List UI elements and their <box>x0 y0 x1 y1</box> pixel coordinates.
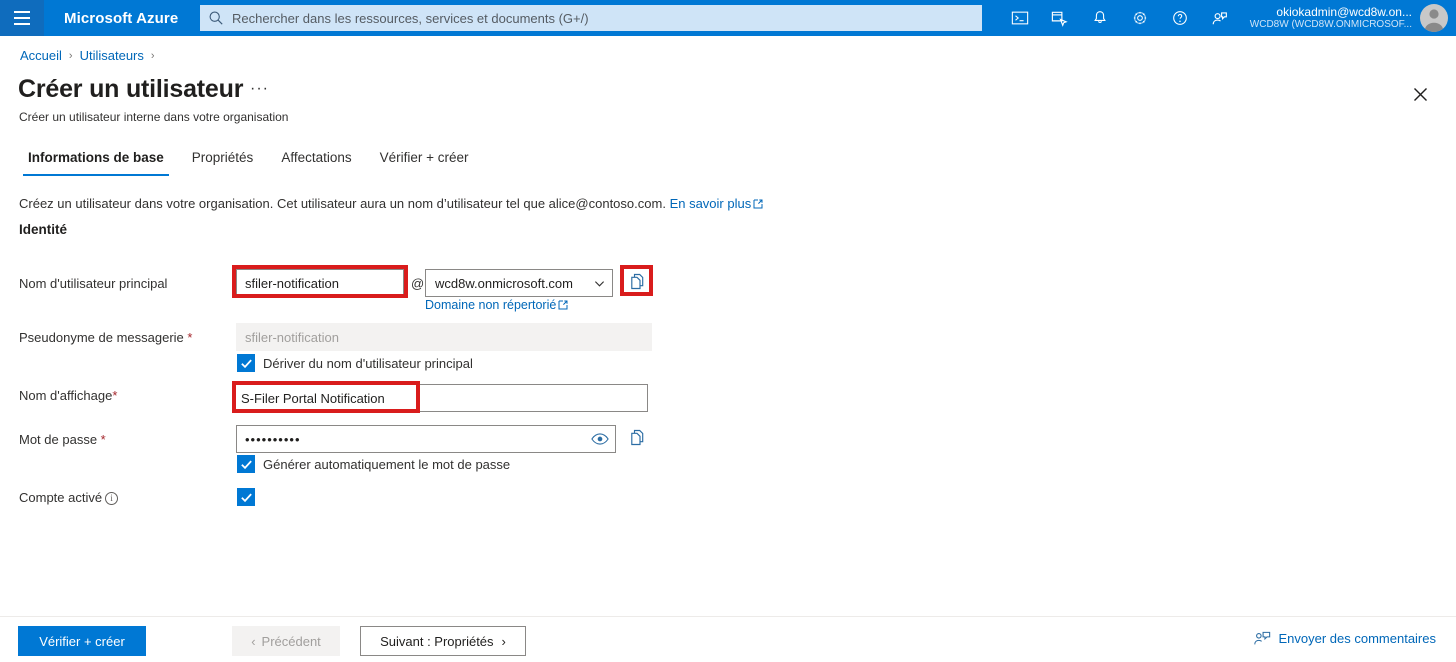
account-tenant: WCD8W (WCD8W.ONMICROSOF... <box>1249 19 1412 30</box>
upn-prefix-input[interactable] <box>236 269 404 297</box>
account-enabled-checkbox[interactable] <box>237 488 255 506</box>
global-search-box[interactable]: Rechercher dans les ressources, services… <box>200 5 982 31</box>
check-icon <box>240 359 252 368</box>
directories-subscriptions-icon[interactable] <box>1040 0 1080 36</box>
more-options-button[interactable]: ··· <box>250 81 269 97</box>
next-label: Suivant : Propriétés <box>380 633 494 649</box>
auto-generate-password-label: Générer automatiquement le mot de passe <box>263 457 511 472</box>
copy-icon <box>631 273 644 290</box>
display-name-label-text: Nom d'affichage <box>19 388 113 403</box>
tab-informations-de-base[interactable]: Informations de base <box>14 146 178 176</box>
account-enabled-label: Compte activé i <box>19 490 119 505</box>
close-blade-button[interactable] <box>1406 80 1434 108</box>
mail-nickname-label-text: Pseudonyme de messagerie <box>19 330 184 345</box>
breadcrumb: Accueil › Utilisateurs › <box>20 48 155 63</box>
feedback-smiley-icon[interactable] <box>1200 0 1240 36</box>
next-properties-button[interactable]: Suivant : Propriétés › <box>360 626 526 656</box>
identity-section-heading: Identité <box>19 222 68 237</box>
send-feedback-button[interactable]: Envoyer des commentaires <box>1253 630 1436 647</box>
upn-domain-select[interactable]: wcd8w.onmicrosoft.com <box>425 269 613 297</box>
password-copy-button[interactable] <box>627 427 649 449</box>
page-subtitle: Créer un utilisateur interne dans votre … <box>19 110 289 124</box>
domain-not-listed-label: Domaine non répertorié <box>425 298 557 312</box>
at-symbol: @ <box>411 276 425 291</box>
breadcrumb-separator-2: › <box>150 49 155 62</box>
mail-nickname-label: Pseudonyme de messagerie * <box>19 330 192 345</box>
azure-brand-label: Microsoft Azure <box>64 9 179 27</box>
tab-affectations[interactable]: Affectations <box>267 146 365 176</box>
top-bar-icon-group: okiokadmin@wcd8w.on... WCD8W (WCD8W.ONMI… <box>1000 0 1456 36</box>
account-enabled-label-text: Compte activé <box>19 490 103 505</box>
intro-text: Créez un utilisateur dans votre organisa… <box>19 196 666 211</box>
check-icon-2 <box>240 460 252 469</box>
domain-not-listed-link[interactable]: Domaine non répertorié <box>425 298 568 312</box>
search-icon <box>209 11 223 25</box>
breadcrumb-separator: › <box>68 49 73 62</box>
account-info-button[interactable]: okiokadmin@wcd8w.on... WCD8W (WCD8W.ONMI… <box>1240 0 1420 36</box>
chevron-right-icon: › <box>501 633 506 649</box>
required-asterisk: * <box>187 330 193 345</box>
derive-from-upn-label: Dériver du nom d'utilisateur principal <box>263 356 473 371</box>
close-icon <box>1413 87 1427 101</box>
check-icon-3 <box>240 493 252 502</box>
derive-from-upn-checkbox[interactable] <box>237 354 255 372</box>
account-email: okiokadmin@wcd8w.on... <box>1276 5 1412 19</box>
tab-strip: Informations de base Propriétés Affectat… <box>14 146 483 176</box>
mail-nickname-input[interactable] <box>236 323 652 351</box>
display-name-input[interactable] <box>232 384 648 412</box>
info-icon[interactable]: i <box>105 492 119 505</box>
chevron-left-icon: ‹ <box>251 633 256 649</box>
page-title: Créer un utilisateur <box>18 75 244 103</box>
breadcrumb-item-users[interactable]: Utilisateurs <box>80 48 144 63</box>
upn-copy-button[interactable] <box>627 271 649 293</box>
tab-verifier-creer[interactable]: Vérifier + créer <box>366 146 483 176</box>
hamburger-menu-button[interactable] <box>0 0 44 36</box>
send-feedback-label: Envoyer des commentaires <box>1278 631 1436 646</box>
password-label: Mot de passe * <box>19 432 106 447</box>
breadcrumb-item-home[interactable]: Accueil <box>20 48 62 63</box>
chevron-down-icon <box>594 280 605 287</box>
upn-domain-value: wcd8w.onmicrosoft.com <box>435 275 573 291</box>
password-input[interactable] <box>236 425 616 453</box>
tab-proprietes[interactable]: Propriétés <box>178 146 268 176</box>
password-label-text: Mot de passe <box>19 432 98 447</box>
cloud-shell-icon[interactable] <box>1000 0 1040 36</box>
external-link-icon-2 <box>558 300 568 310</box>
learn-more-link[interactable]: En savoir plus <box>670 196 764 211</box>
notifications-bell-icon[interactable] <box>1080 0 1120 36</box>
password-reveal-button[interactable] <box>587 426 613 452</box>
search-placeholder-text: Rechercher dans les ressources, services… <box>232 10 589 26</box>
feedback-person-icon <box>1254 631 1271 645</box>
required-asterisk-3: * <box>100 432 106 447</box>
external-link-icon <box>753 199 763 209</box>
review-create-button[interactable]: Vérifier + créer <box>18 626 146 656</box>
display-name-label: Nom d'affichage* <box>19 388 117 403</box>
previous-button[interactable]: ‹ Précédent <box>232 626 340 656</box>
blade-footer: Vérifier + créer ‹ Précédent Suivant : P… <box>0 616 1456 662</box>
upn-label: Nom d'utilisateur principal <box>19 276 168 291</box>
settings-gear-icon[interactable] <box>1120 0 1160 36</box>
hamburger-icon <box>14 9 30 27</box>
previous-label: Précédent <box>261 633 321 649</box>
copy-icon-2 <box>631 429 644 446</box>
help-question-icon[interactable] <box>1160 0 1200 36</box>
required-asterisk-2: * <box>112 388 118 403</box>
top-navigation-bar: Microsoft Azure Rechercher dans les ress… <box>0 0 1456 36</box>
eye-icon <box>591 433 609 445</box>
intro-paragraph: Créez un utilisateur dans votre organisa… <box>19 196 763 211</box>
auto-generate-password-checkbox[interactable] <box>237 455 255 473</box>
avatar[interactable] <box>1420 4 1448 32</box>
learn-more-label: En savoir plus <box>669 196 752 211</box>
